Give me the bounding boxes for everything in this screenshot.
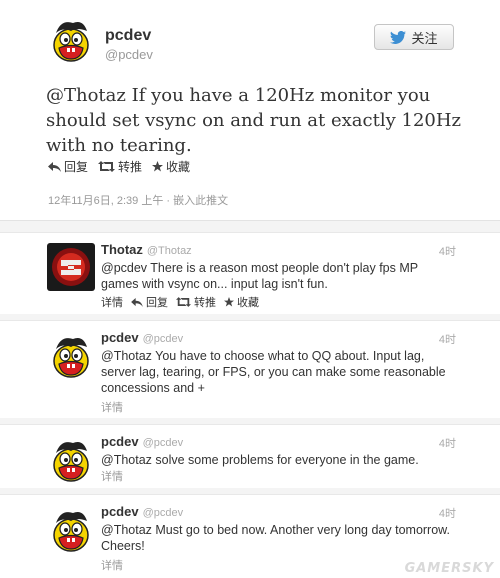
list-item[interactable]: pcdev @pcdev 4时 @Thotaz You have to choos… — [0, 320, 500, 418]
details-link[interactable]: 详情 — [101, 557, 123, 573]
reply-text: @pcdev There is a reason most people don… — [101, 261, 418, 291]
reply-icon — [131, 297, 143, 307]
reply-author-handle[interactable]: @Thotaz — [147, 245, 192, 257]
twitter-bird-icon — [390, 30, 407, 44]
reply-author-name[interactable]: Thotaz — [101, 242, 143, 257]
reply-label: 回复 — [64, 160, 89, 174]
retweet-icon — [98, 161, 116, 172]
tweet-timestamp[interactable]: 12年11月6日, 2:39 上午 — [48, 195, 163, 207]
details-link[interactable]: 详情 — [101, 399, 123, 415]
retweet-button[interactable]: 转推 — [98, 158, 142, 175]
favorite-label: 收藏 — [237, 297, 259, 309]
reply-text: @Thotaz Must go to bed now. Another very… — [101, 523, 450, 553]
reply-author[interactable]: pcdev @pcdev — [101, 330, 183, 345]
author-handle[interactable]: @pcdev — [105, 47, 153, 62]
reply-author-name[interactable]: pcdev — [101, 504, 139, 519]
watermark: GAMERSKY — [404, 561, 494, 576]
list-item[interactable]: pcdev @pcdev 4时 @Thotaz solve some proble… — [0, 424, 500, 488]
reply-footer: 详情 — [101, 468, 123, 484]
follow-label: 关注 — [411, 30, 438, 46]
reply-footer: 详情 — [101, 557, 123, 573]
details-link[interactable]: 详情 — [101, 294, 123, 310]
reply-icon — [48, 161, 61, 172]
reply-footer: 详情 回复 转推 收藏 — [101, 294, 259, 310]
list-item[interactable]: Thotaz @Thotaz 4时 @pcdev There is a reaso… — [0, 232, 500, 314]
author-name[interactable]: pcdev — [105, 27, 151, 45]
follow-button[interactable]: 关注 — [374, 24, 454, 50]
reply-button[interactable]: 回复 — [131, 294, 168, 310]
favorite-label: 收藏 — [166, 160, 191, 174]
reply-button[interactable]: 回复 — [48, 158, 88, 175]
reply-time[interactable]: 4时 — [439, 435, 456, 451]
star-icon — [152, 161, 164, 172]
reply-author[interactable]: pcdev @pcdev — [101, 504, 183, 519]
favorite-button[interactable]: 收藏 — [152, 158, 190, 175]
reply-time[interactable]: 4时 — [439, 331, 456, 347]
reply-text: @Thotaz solve some problems for everyone… — [101, 453, 419, 467]
reply-author[interactable]: Thotaz @Thotaz — [101, 242, 192, 257]
favorite-button[interactable]: 收藏 — [224, 294, 259, 310]
avatar[interactable] — [47, 243, 95, 291]
avatar[interactable] — [47, 15, 95, 63]
reply-author-handle[interactable]: @pcdev — [143, 437, 184, 449]
retweet-icon — [176, 297, 191, 307]
main-tweet: pcdev @pcdev 关注 @Thotaz If you have a 12… — [0, 0, 500, 221]
avatar[interactable] — [47, 435, 95, 483]
reply-label: 回复 — [146, 297, 168, 309]
retweet-label: 转推 — [194, 297, 216, 309]
reply-time[interactable]: 4时 — [439, 243, 456, 259]
tweet-actions: 回复 转推 收藏 — [48, 158, 190, 175]
star-icon — [224, 297, 234, 307]
reply-footer: 详情 — [101, 399, 123, 415]
reply-text: @Thotaz You have to choose what to QQ ab… — [101, 349, 446, 395]
details-link[interactable]: 详情 — [101, 468, 123, 484]
reply-time[interactable]: 4时 — [439, 505, 456, 521]
retweet-label: 转推 — [118, 160, 143, 174]
avatar[interactable] — [47, 505, 95, 553]
reply-author-handle[interactable]: @pcdev — [143, 333, 184, 345]
embed-tweet-link[interactable]: 嵌入此推文 — [173, 195, 228, 207]
tweet-text: @Thotaz If you have a 120Hz monitor you … — [46, 85, 462, 156]
retweet-button[interactable]: 转推 — [176, 294, 216, 310]
reply-author-name[interactable]: pcdev — [101, 330, 139, 345]
tweet-meta: 12年11月6日, 2:39 上午 · 嵌入此推文 — [48, 192, 228, 208]
reply-author-name[interactable]: pcdev — [101, 434, 139, 449]
avatar[interactable] — [47, 331, 95, 379]
reply-author-handle[interactable]: @pcdev — [143, 507, 184, 519]
reply-author[interactable]: pcdev @pcdev — [101, 434, 183, 449]
